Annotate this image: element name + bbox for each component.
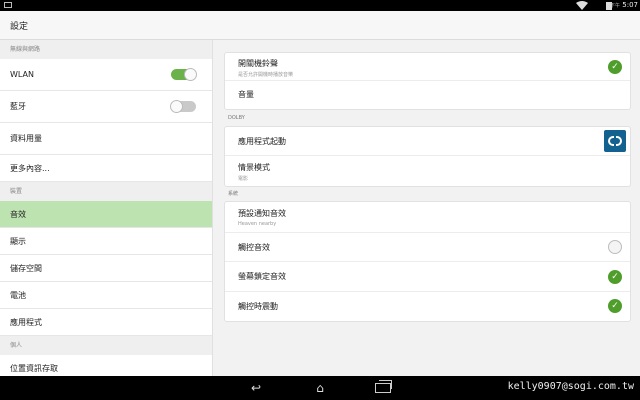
screen-lock-sound-row[interactable]: 螢幕鎖定音效 ✓ [225, 262, 630, 292]
sidebar-item-label: 顯示 [10, 237, 26, 246]
sound-settings-pane: 開關機鈴聲 是否允許開機時播放音樂 ✓ 音量 DOLBY 應用程式起動 情景模式… [214, 40, 640, 376]
row-label: 開關機鈴聲 [238, 59, 278, 68]
sidebar-item-storage[interactable]: 儲存空間 [0, 255, 212, 282]
status-ampm: 下午 [609, 3, 620, 9]
sound-card-basic: 開關機鈴聲 是否允許開機時播放音樂 ✓ 音量 [224, 52, 631, 110]
sidebar-item-label: 資料用量 [10, 134, 42, 143]
sound-card-dolby: 應用程式起動 情景模式 電影 [224, 126, 631, 187]
section-header-device: 裝置 [0, 182, 212, 201]
boot-ringtone-row[interactable]: 開關機鈴聲 是否允許開機時播放音樂 ✓ [225, 53, 630, 81]
sidebar-item-apps[interactable]: 應用程式 [0, 309, 212, 336]
settings-sidebar: 無線與網路 WLAN 藍牙 資料用量 更多內容... 裝置 音效 顯示 儲存空間… [0, 40, 213, 376]
sidebar-item-display[interactable]: 顯示 [0, 228, 212, 255]
toggle-knob [170, 100, 183, 113]
sidebar-item-wlan[interactable]: WLAN [0, 59, 212, 91]
row-label: 預設通知音效 [238, 209, 286, 218]
toggle-knob [184, 68, 197, 81]
check-icon[interactable]: ✓ [608, 270, 622, 284]
action-bar: 設定 [0, 11, 640, 40]
vibrate-on-touch-row[interactable]: 觸控時震動 ✓ [225, 292, 630, 321]
section-header-system: 系統 [228, 191, 239, 197]
sidebar-item-label: 更多內容... [10, 164, 50, 173]
sidebar-item-label: 儲存空間 [10, 264, 42, 273]
sidebar-item-location[interactable]: 位置資訊存取 [0, 355, 212, 376]
home-icon[interactable]: ⌂ [311, 382, 329, 394]
sound-card-system: 預設通知音效 Heaven nearby 觸控音效 螢幕鎖定音效 ✓ 觸控時震動… [224, 201, 631, 322]
sidebar-item-label: 應用程式 [10, 318, 42, 327]
row-sub: 是否允許開機時播放音樂 [238, 72, 294, 78]
sidebar-item-data-usage[interactable]: 資料用量 [0, 123, 212, 155]
app-launch-row[interactable]: 應用程式起動 [225, 127, 630, 156]
sidebar-item-label: 電池 [10, 291, 26, 300]
row-label: 螢幕鎖定音效 [238, 272, 286, 281]
recent-apps-icon[interactable] [375, 380, 392, 393]
sidebar-item-more[interactable]: 更多內容... [0, 155, 212, 182]
watermark: kelly0907@sogi.com.tw [507, 381, 634, 392]
section-header-wireless: 無線與網路 [0, 40, 212, 59]
row-label: 觸控時震動 [238, 302, 278, 311]
sidebar-item-label: 音效 [10, 210, 26, 219]
dolby-icon[interactable] [604, 130, 626, 152]
row-label: 觸控音效 [238, 243, 270, 252]
default-notification-row[interactable]: 預設通知音效 Heaven nearby [225, 202, 630, 233]
sidebar-item-battery[interactable]: 電池 [0, 282, 212, 309]
row-label: 情景模式 [238, 163, 270, 172]
wifi-icon [576, 1, 588, 10]
sidebar-item-sound[interactable]: 音效 [0, 201, 212, 228]
sidebar-item-label: 位置資訊存取 [10, 364, 58, 373]
sidebar-item-bluetooth[interactable]: 藍牙 [0, 91, 212, 123]
scene-mode-row[interactable]: 情景模式 電影 [225, 156, 630, 186]
navigation-bar: ↩ ⌂ kelly0907@sogi.com.tw [0, 376, 640, 400]
back-icon[interactable]: ↩ [247, 382, 265, 394]
row-sub: 電影 [238, 176, 249, 182]
unchecked-circle-icon[interactable] [608, 240, 622, 254]
row-sub: Heaven nearby [238, 221, 277, 227]
sidebar-item-label: 藍牙 [10, 102, 26, 111]
notification-icon [4, 2, 12, 8]
sidebar-item-label: WLAN [10, 70, 35, 79]
section-header-personal: 個人 [0, 336, 212, 355]
row-label: 音量 [238, 90, 254, 99]
check-icon[interactable]: ✓ [608, 299, 622, 313]
volume-row[interactable]: 音量 [225, 81, 630, 109]
section-header-dolby: DOLBY [228, 115, 245, 121]
status-bar: 下午 5:07 [0, 0, 640, 11]
row-label: 應用程式起動 [238, 137, 286, 146]
page-title: 設定 [10, 22, 29, 32]
touch-sound-row[interactable]: 觸控音效 [225, 233, 630, 262]
status-time: 5:07 [622, 1, 638, 9]
wlan-toggle[interactable] [171, 68, 197, 81]
bluetooth-toggle[interactable] [170, 100, 196, 113]
check-icon[interactable]: ✓ [608, 60, 622, 74]
